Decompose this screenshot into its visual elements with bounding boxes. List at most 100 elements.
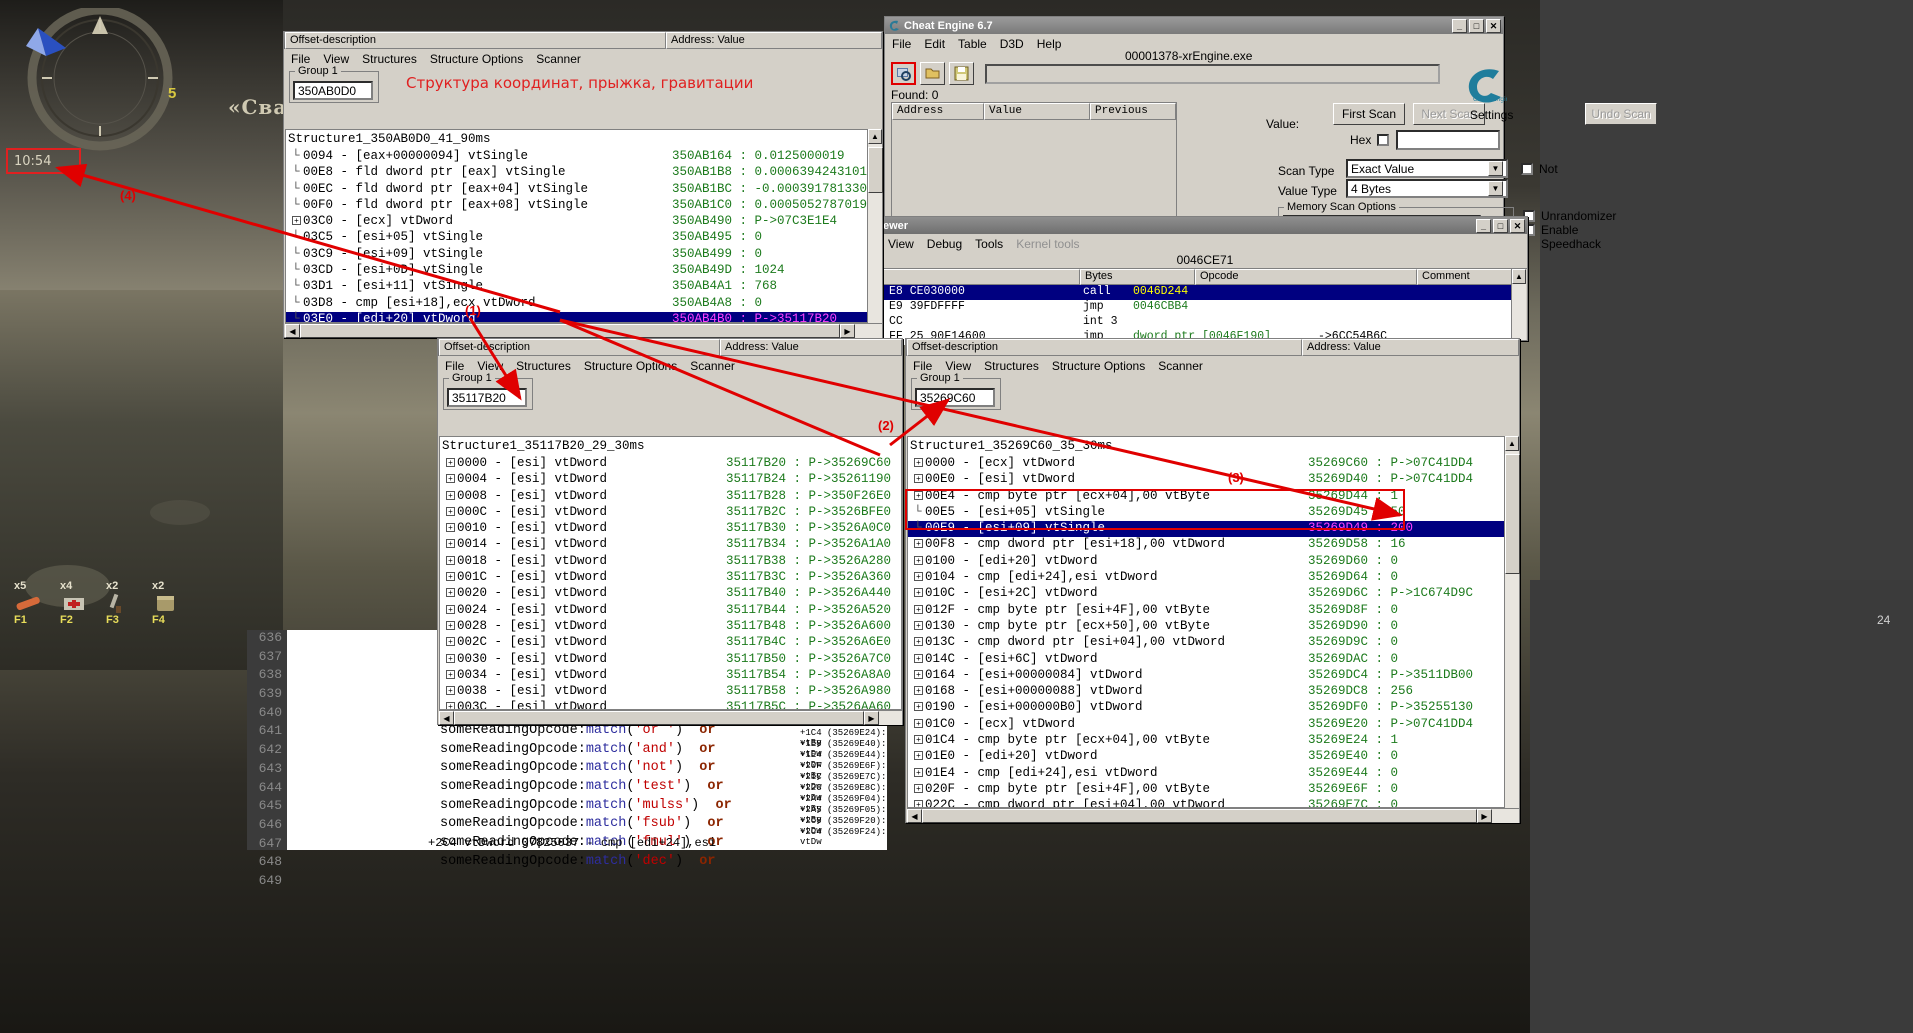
scroll-left-arrow[interactable]: ◀	[285, 324, 300, 338]
menu-item-file[interactable]: File	[445, 359, 464, 373]
save-file-button[interactable]	[949, 62, 974, 85]
expand-icon[interactable]: +	[446, 702, 455, 709]
scan-value-input[interactable]	[1396, 130, 1500, 150]
minimize-button[interactable]: _	[1452, 18, 1467, 33]
hotbar-slot[interactable]: x2 F4	[152, 580, 182, 630]
value-type-select[interactable]: 4 Bytes ▼	[1346, 179, 1508, 198]
structure1-vscrollbar[interactable]: ▲	[867, 129, 883, 323]
expand-icon[interactable]: +	[446, 523, 455, 533]
close-button[interactable]: ✕	[1510, 218, 1525, 233]
structure3-vscrollbar[interactable]: ▲	[1504, 436, 1520, 808]
menu-item-scanner[interactable]: Scanner	[536, 52, 581, 66]
expand-icon[interactable]: +	[446, 572, 455, 582]
structure-row[interactable]: +0130 - cmp byte ptr [ecx+50],00 vtByte 3…	[908, 619, 1518, 635]
expand-icon[interactable]: +	[914, 588, 923, 598]
expand-icon[interactable]: +	[446, 588, 455, 598]
structure-row[interactable]: +010C - [esi+2C] vtDword 35269D6C : P->1C…	[908, 586, 1518, 602]
column-header-address[interactable]: Address	[892, 103, 984, 120]
structure2-tree[interactable]: Structure1_35117B20_29_30ms +0000 - [esi…	[439, 436, 902, 710]
expand-icon[interactable]: +	[914, 539, 923, 549]
open-process-button[interactable]	[891, 62, 916, 85]
structure3-hscrollbar[interactable]: ◀ ▶	[907, 808, 1519, 823]
structure-row[interactable]: └ 03E0 - [edi+20] vtDword 350AB4B0 : P->35…	[286, 311, 881, 322]
expand-icon[interactable]: +	[914, 572, 923, 582]
expand-icon[interactable]: +	[914, 751, 923, 761]
column-header-previous[interactable]: Previous	[1090, 103, 1176, 120]
window-controls[interactable]: _ □ ✕	[1452, 18, 1501, 33]
disassembler-scrollbar[interactable]: ▲	[1511, 269, 1526, 340]
code-line[interactable]: someReadingOpcode:match('dec') or	[440, 854, 900, 873]
menu-item-view[interactable]: View	[888, 237, 914, 251]
structure-row[interactable]: +00E0 - [esi] vtDword 35269D40 : P->07C41…	[908, 472, 1518, 488]
minimize-button[interactable]: _	[1476, 218, 1491, 233]
scroll-up-arrow[interactable]: ▲	[1505, 436, 1519, 451]
column-header-bytes[interactable]: Bytes	[1080, 269, 1195, 285]
scroll-left-arrow[interactable]: ◀	[907, 809, 922, 823]
memory-viewer-menubar[interactable]: View Debug Tools Kernel tools	[881, 234, 1527, 253]
menu-item-structures[interactable]: Structures	[362, 52, 417, 66]
structure-row[interactable]: +01C4 - cmp byte ptr [ecx+04],00 vtByte 3…	[908, 733, 1518, 749]
structure-row[interactable]: +01E0 - [edi+20] vtDword 35269E40 : 0	[908, 749, 1518, 765]
structure-row[interactable]: +002C - [esi] vtDword 35117B4C : P->3526A…	[440, 635, 901, 651]
menu-item-d3d[interactable]: D3D	[1000, 37, 1024, 51]
structure-row[interactable]: +0024 - [esi] vtDword 35117B44 : P->3526A…	[440, 603, 901, 619]
column-header-offset-description[interactable]: Offset-description	[907, 339, 1302, 356]
structure2-hscrollbar[interactable]: ◀ ▶	[439, 710, 902, 725]
expand-icon[interactable]: +	[914, 458, 923, 467]
disassembler-row[interactable]: CC int 3	[883, 315, 1511, 330]
structure1-tree[interactable]: Structure1_350AB0D0_41_90ms └ 0094 - [eax…	[285, 129, 882, 323]
column-header-value[interactable]: Value	[984, 103, 1090, 120]
menu-item-structures[interactable]: Structures	[516, 359, 571, 373]
structure-row[interactable]: +0164 - [esi+00000084] vtDword 35269DC4 :…	[908, 668, 1518, 684]
menu-item-debug[interactable]: Debug	[927, 237, 962, 251]
expand-icon[interactable]: +	[446, 555, 455, 565]
scroll-right-arrow[interactable]: ▶	[1477, 809, 1492, 823]
column-header-address-value[interactable]: Address: Value	[1302, 339, 1519, 356]
column-header-blank[interactable]	[883, 269, 1080, 285]
maximize-button[interactable]: □	[1493, 218, 1508, 233]
structure-row[interactable]: └ 03CD - [esi+0D] vtSingle 350AB49D : 1024	[286, 263, 881, 279]
menu-item-scanner[interactable]: Scanner	[690, 359, 735, 373]
expand-icon[interactable]: +	[292, 216, 301, 226]
menu-item-scanner[interactable]: Scanner	[1158, 359, 1203, 373]
chevron-down-icon[interactable]: ▼	[1488, 161, 1503, 176]
cheat-engine-titlebar[interactable]: Cheat Engine 6.7 _ □ ✕	[885, 17, 1503, 34]
expand-icon[interactable]: +	[446, 539, 455, 549]
structure-row[interactable]: └ 03C9 - [esi+09] vtSingle 350AB499 : 0	[286, 247, 881, 263]
expand-icon[interactable]: +	[914, 767, 923, 777]
structure-row[interactable]: +020F - cmp byte ptr [esi+4F],00 vtByte 3…	[908, 782, 1518, 798]
expand-icon[interactable]: +	[914, 702, 923, 712]
structure-row[interactable]: +01E4 - cmp [edi+24],esi vtDword 35269E44…	[908, 766, 1518, 782]
structure-row[interactable]: +0004 - [esi] vtDword 35117B24 : P->35261…	[440, 472, 901, 488]
settings-label[interactable]: Settings	[1470, 108, 1513, 122]
expand-icon[interactable]: +	[914, 474, 923, 484]
menu-item-kernel-tools[interactable]: Kernel tools	[1016, 237, 1079, 251]
expand-icon[interactable]: +	[446, 604, 455, 614]
expand-icon[interactable]: +	[446, 637, 455, 647]
expand-icon[interactable]: +	[446, 490, 455, 500]
expand-icon[interactable]: +	[914, 637, 923, 647]
structure-row[interactable]: └ 00F0 - fld dword ptr [eax+08] vtSingle 3…	[286, 198, 881, 214]
memory-viewer-titlebar[interactable]: ewer _ □ ✕	[881, 217, 1527, 234]
structure-row[interactable]: +0034 - [esi] vtDword 35117B54 : P->3526A…	[440, 668, 901, 684]
first-scan-button[interactable]: First Scan	[1333, 103, 1405, 125]
structure-row[interactable]: └ 00E8 - fld dword ptr [eax] vtSingle 350A…	[286, 165, 881, 181]
expand-icon[interactable]: +	[446, 506, 455, 516]
menu-item-structure-options[interactable]: Structure Options	[430, 52, 523, 66]
menu-item-file[interactable]: File	[892, 37, 911, 51]
structure-row[interactable]: +001C - [esi] vtDword 35117B3C : P->3526A…	[440, 570, 901, 586]
structure1-hscrollbar[interactable]: ◀ ▶	[285, 323, 882, 338]
close-button[interactable]: ✕	[1486, 18, 1501, 33]
structure-row[interactable]: └ 00EC - fld dword ptr [eax+04] vtSingle 3…	[286, 182, 881, 198]
memory-viewer-window[interactable]: ewer _ □ ✕ View Debug Tools Kernel tools 00…	[880, 216, 1528, 345]
structure-row[interactable]: +012F - cmp byte ptr [esi+4F],00 vtByte 3…	[908, 603, 1518, 619]
structure-row[interactable]: +0020 - [esi] vtDword 35117B40 : P->3526A…	[440, 586, 901, 602]
expand-icon[interactable]: +	[446, 653, 455, 663]
not-checkbox[interactable]	[1521, 163, 1533, 175]
cheat-engine-window[interactable]: Cheat Engine 6.7 _ □ ✕ File Edit Table D3D H…	[884, 16, 1657, 251]
menu-item-help[interactable]: Help	[1037, 37, 1062, 51]
column-header-address-value[interactable]: Address: Value	[666, 32, 882, 49]
cheat-engine-big-logo-icon[interactable]: Cheat Engine	[1463, 65, 1513, 112]
disassembler-column-headers[interactable]: Bytes Opcode Comment	[883, 269, 1512, 285]
hotbar-slot[interactable]: x4 F2	[60, 580, 90, 630]
